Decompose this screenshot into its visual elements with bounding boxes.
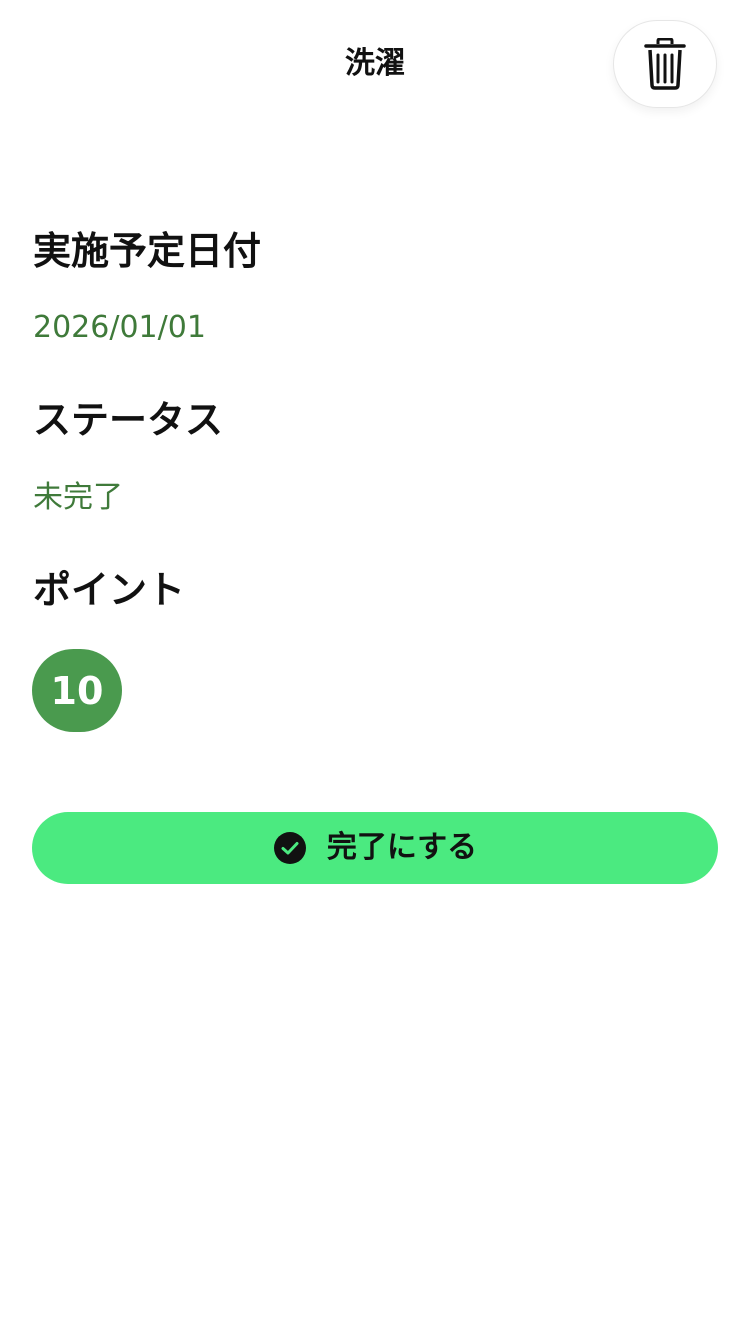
date-label: 実施予定日付 xyxy=(33,229,262,273)
status-value: 未完了 xyxy=(33,480,123,515)
check-circle-icon xyxy=(273,832,306,864)
delete-button[interactable] xyxy=(613,20,717,108)
complete-button-label: 完了にする xyxy=(326,830,478,865)
points-badge: 10 xyxy=(32,649,122,732)
points-label: ポイント xyxy=(33,568,186,612)
header: 洗濯 xyxy=(0,0,750,128)
trash-icon xyxy=(644,38,686,90)
complete-button[interactable]: 完了にする xyxy=(32,812,718,884)
date-value: 2026/01/01 xyxy=(33,310,206,345)
status-label: ステータス xyxy=(33,398,224,442)
